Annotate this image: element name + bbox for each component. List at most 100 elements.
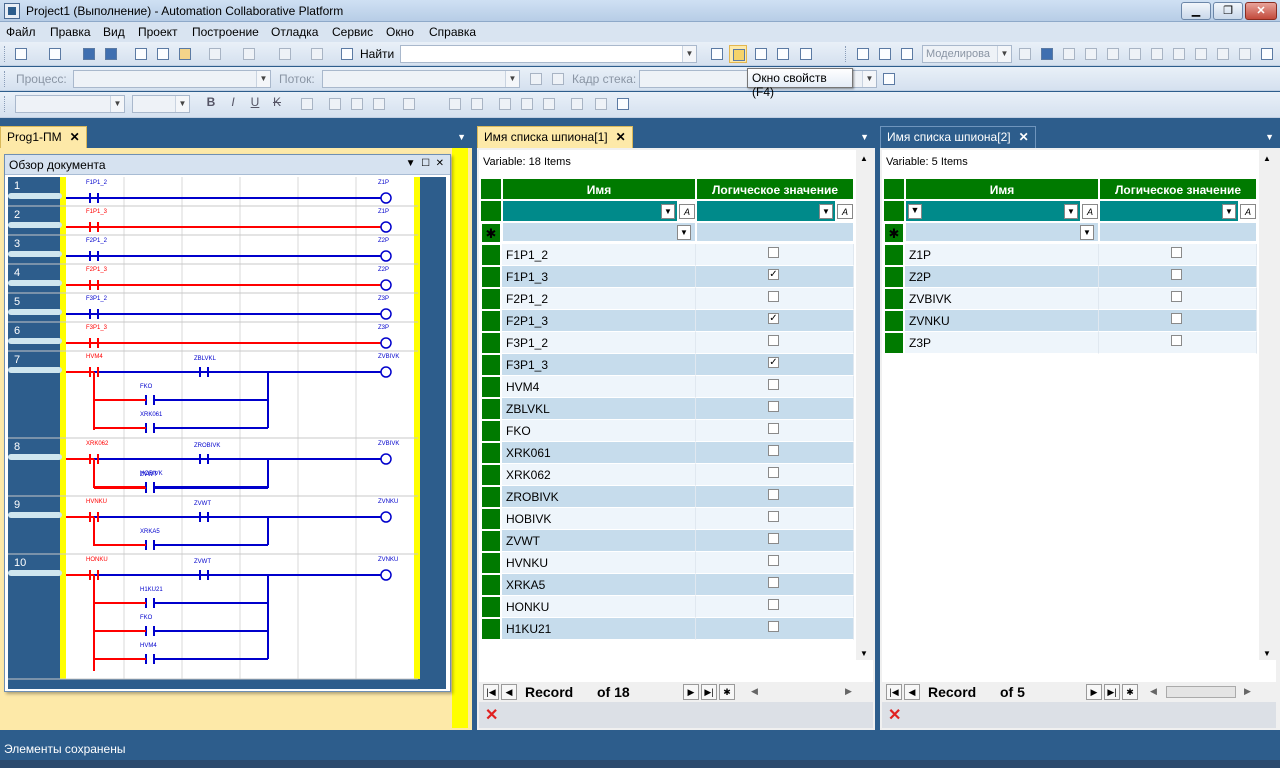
error-x-icon[interactable]: ✕ [888, 705, 901, 725]
value-checkbox[interactable] [768, 401, 779, 412]
distribute-icon[interactable] [518, 95, 536, 113]
table-row[interactable]: ZVBIVK [882, 288, 1258, 310]
variable-name-cell[interactable]: XRK062 [502, 464, 696, 486]
filter-font-icon[interactable]: A [679, 204, 695, 219]
align-left-icon[interactable] [326, 95, 344, 113]
paste-icon[interactable] [176, 45, 194, 63]
bold-button[interactable]: B [202, 95, 220, 113]
node-icon[interactable] [592, 95, 610, 113]
download-icon[interactable] [1126, 45, 1144, 63]
table-row[interactable]: HONKU [479, 596, 855, 618]
toolbox-icon[interactable] [774, 45, 792, 63]
variable-name-cell[interactable]: ZROBIVK [502, 486, 696, 508]
value-checkbox[interactable] [768, 489, 779, 500]
filter-value[interactable]: ▼ A [1099, 200, 1256, 222]
group-icon[interactable] [540, 95, 558, 113]
last-record-icon[interactable]: ▶| [1104, 684, 1120, 700]
row-selector[interactable] [481, 398, 501, 420]
align-objects-icon[interactable] [496, 95, 514, 113]
scroll-up-icon[interactable]: ▲ [860, 154, 868, 163]
tab-menu-icon[interactable]: ▼ [457, 132, 466, 142]
toolbar-grip[interactable] [4, 46, 7, 62]
find-icon[interactable] [338, 45, 356, 63]
table-row[interactable]: Z2P [882, 266, 1258, 288]
menu-edit[interactable]: Правка [50, 25, 91, 39]
toolbar-options-icon[interactable] [1258, 45, 1276, 63]
variable-name-cell[interactable]: ZVWT [502, 530, 696, 552]
italic-button[interactable]: I [224, 95, 242, 113]
value-checkbox[interactable] [1171, 247, 1182, 258]
undo-icon[interactable] [206, 45, 224, 63]
save-all-icon[interactable] [102, 45, 120, 63]
close-tab-icon[interactable]: ✕ [1019, 130, 1029, 144]
variable-name-cell[interactable]: F2P1_3 [502, 310, 696, 332]
value-checkbox[interactable] [768, 533, 779, 544]
watch2-grid[interactable]: Variable: 5 Items Имя Логическое значени… [882, 150, 1276, 700]
overview-window-buttons[interactable]: ▼ ☐ ✕ [406, 158, 444, 169]
row-selector[interactable] [481, 288, 501, 310]
write-icon[interactable] [1214, 45, 1232, 63]
row-selector[interactable] [884, 266, 904, 288]
new-row-value[interactable] [696, 222, 854, 242]
first-record-icon[interactable]: |◀ [483, 684, 499, 700]
menu-project[interactable]: Проект [138, 25, 178, 39]
new-item-icon[interactable] [12, 45, 30, 63]
menu-help[interactable]: Справка [429, 25, 476, 39]
list-icon[interactable] [400, 95, 418, 113]
variable-name-cell[interactable]: XRK061 [502, 442, 696, 464]
prev-record-icon[interactable]: ◀ [904, 684, 920, 700]
new-row-value[interactable] [1099, 222, 1257, 242]
maximize-button[interactable]: ❐ [1213, 2, 1243, 20]
connect-icon[interactable] [568, 95, 586, 113]
next-record-icon[interactable]: ▶ [1086, 684, 1102, 700]
value-checkbox[interactable] [1171, 291, 1182, 302]
horizontal-scroll-thumb[interactable] [1166, 686, 1236, 698]
filter-name[interactable]: ▼ A [502, 200, 695, 222]
toolbar-grip[interactable] [4, 71, 7, 87]
save-icon[interactable] [80, 45, 98, 63]
close-tab-icon[interactable]: ✕ [70, 130, 80, 144]
table-row[interactable]: F3P1_3 ✓ [479, 354, 855, 376]
variable-name-cell[interactable]: F1P1_3 [502, 266, 696, 288]
row-selector[interactable] [481, 530, 501, 552]
filter-font-icon[interactable]: A [1240, 204, 1256, 219]
scroll-left-icon[interactable]: ◀ [751, 686, 758, 697]
row-selector[interactable] [481, 420, 501, 442]
variable-name-cell[interactable]: HONKU [502, 596, 696, 618]
filter-dropdown-icon[interactable]: ▼ [661, 204, 675, 219]
table-row[interactable]: F1P1_2 [479, 244, 855, 266]
column-header-value[interactable]: Логическое значение [1099, 178, 1257, 200]
tab-watch-1[interactable]: Имя списка шпиона[1] ✕ [477, 126, 633, 148]
new-record-icon[interactable]: ✱ [1122, 684, 1138, 700]
toolbar-grip[interactable] [4, 96, 7, 112]
filter-font-icon[interactable]: A [1082, 204, 1098, 219]
variable-name-cell[interactable]: Z2P [905, 266, 1099, 288]
toolbar-options-icon[interactable] [880, 70, 898, 88]
value-checkbox[interactable] [768, 291, 779, 302]
underline-button[interactable]: U [246, 95, 264, 113]
strikethrough-button[interactable]: K [268, 95, 286, 113]
table-row[interactable]: XRK062 [479, 464, 855, 486]
tab-menu-icon[interactable]: ▼ [1265, 132, 1274, 142]
redo-icon[interactable] [240, 45, 258, 63]
value-checkbox[interactable]: ✓ [768, 357, 779, 368]
force-icon[interactable] [1192, 45, 1210, 63]
close-tab-icon[interactable]: ✕ [616, 130, 626, 144]
variable-name-cell[interactable]: ZBLVKL [502, 398, 696, 420]
upload-icon[interactable] [1148, 45, 1166, 63]
variable-name-cell[interactable]: Z1P [905, 244, 1099, 266]
table-row[interactable]: F1P1_3 ✓ [479, 266, 855, 288]
table-row[interactable]: HOBIVK [479, 508, 855, 530]
menu-file[interactable]: Файл [6, 25, 36, 39]
align-center-icon[interactable] [348, 95, 366, 113]
value-checkbox[interactable]: ✓ [768, 313, 779, 324]
font-color-icon[interactable] [298, 95, 316, 113]
row-selector[interactable] [481, 486, 501, 508]
solution-explorer-icon[interactable] [708, 45, 726, 63]
new-record-icon[interactable]: ✱ [719, 684, 735, 700]
filter-value[interactable]: ▼ A [696, 200, 853, 222]
pen-icon[interactable] [446, 95, 464, 113]
new-row-icon[interactable]: ✱ [481, 223, 501, 243]
variable-name-cell[interactable]: ZVNKU [905, 310, 1099, 332]
value-checkbox[interactable] [1171, 335, 1182, 346]
